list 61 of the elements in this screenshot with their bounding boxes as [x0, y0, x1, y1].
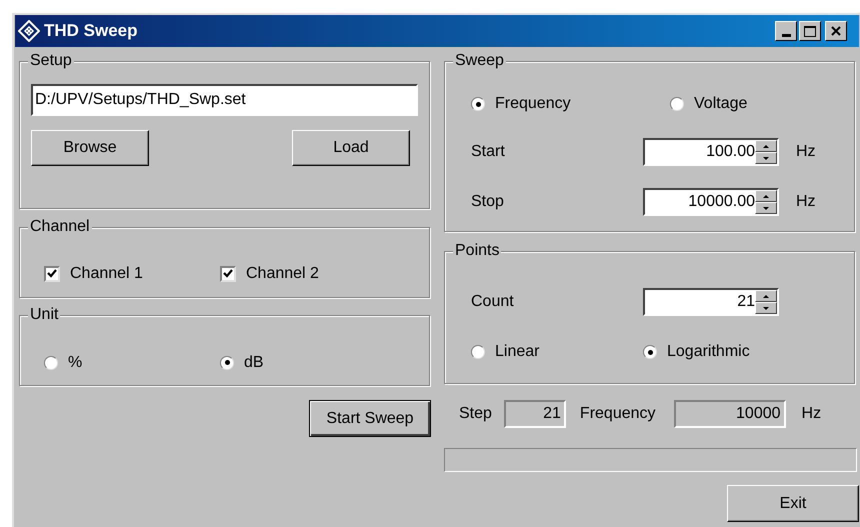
down-arrow-icon — [761, 154, 771, 162]
unit-label: Hz — [796, 192, 816, 212]
checkbox-label: Channel 2 — [246, 264, 319, 284]
spin-up-button[interactable] — [755, 190, 777, 202]
spin-box[interactable]: 100.00 — [643, 138, 779, 166]
close-icon — [831, 26, 841, 36]
spin-down-button[interactable] — [755, 202, 777, 214]
frequency-label: Frequency — [580, 404, 656, 424]
path-field[interactable]: D:/UPV/Setups/THD_Swp.set — [31, 84, 418, 116]
check-icon — [47, 269, 57, 278]
field-label: Start — [471, 142, 506, 162]
field-label: Count — [471, 292, 515, 312]
down-arrow-icon — [761, 304, 771, 312]
spin-up-button[interactable] — [755, 140, 777, 152]
up-arrow-icon — [761, 292, 771, 300]
spin-down-button[interactable] — [755, 302, 777, 314]
checkbox[interactable] — [44, 266, 60, 282]
maximize-icon — [804, 26, 816, 36]
spin-up-button[interactable] — [755, 290, 777, 302]
radio-label: % — [68, 352, 82, 372]
radio-button[interactable] — [471, 97, 485, 111]
check-icon — [223, 269, 233, 278]
group-title: Setup — [28, 51, 74, 71]
load-button[interactable]: Load — [292, 130, 410, 166]
unit-label: Hz — [796, 142, 816, 162]
step-label: Step — [459, 404, 492, 424]
checkbox[interactable] — [220, 266, 236, 282]
close-button[interactable] — [825, 21, 847, 41]
minimize-button[interactable] — [775, 21, 797, 41]
radio-label: Voltage — [694, 94, 748, 114]
browse-button[interactable]: Browse — [31, 130, 149, 166]
radio-button[interactable] — [643, 345, 657, 359]
window-title: THD Sweep — [44, 20, 138, 42]
radio-label: Linear — [495, 342, 540, 362]
step-value: 21 — [504, 400, 566, 428]
radio-button[interactable] — [670, 97, 684, 111]
spin-box[interactable]: 21 — [643, 288, 779, 316]
radio-button[interactable] — [220, 356, 234, 370]
radio-label: dB — [244, 352, 264, 372]
radio-label: Frequency — [495, 94, 571, 114]
radio-label: Logarithmic — [667, 342, 750, 362]
spin-box[interactable]: 10000.00 — [643, 188, 779, 216]
group-title: Sweep — [453, 51, 506, 71]
spin-value: 21 — [736, 292, 755, 312]
frequency-value: 10000 — [674, 400, 786, 428]
up-arrow-icon — [761, 142, 771, 150]
maximize-button[interactable] — [799, 21, 821, 41]
checkbox-label: Channel 1 — [70, 264, 143, 284]
spin-value: 100.00 — [705, 142, 755, 162]
minimize-icon — [782, 34, 790, 37]
unit-label: Hz — [802, 404, 822, 424]
down-arrow-icon — [761, 204, 771, 212]
up-arrow-icon — [761, 192, 771, 200]
radio-button[interactable] — [471, 345, 485, 359]
field-label: Stop — [471, 192, 505, 212]
exit-button[interactable]: Exit — [727, 485, 859, 522]
start-sweep-button[interactable]: Start Sweep — [309, 400, 431, 437]
spin-down-button[interactable] — [755, 152, 777, 164]
spin-value: 10000.00 — [687, 192, 755, 212]
radio-button[interactable] — [44, 356, 58, 370]
diamond-logo-icon — [18, 20, 40, 42]
